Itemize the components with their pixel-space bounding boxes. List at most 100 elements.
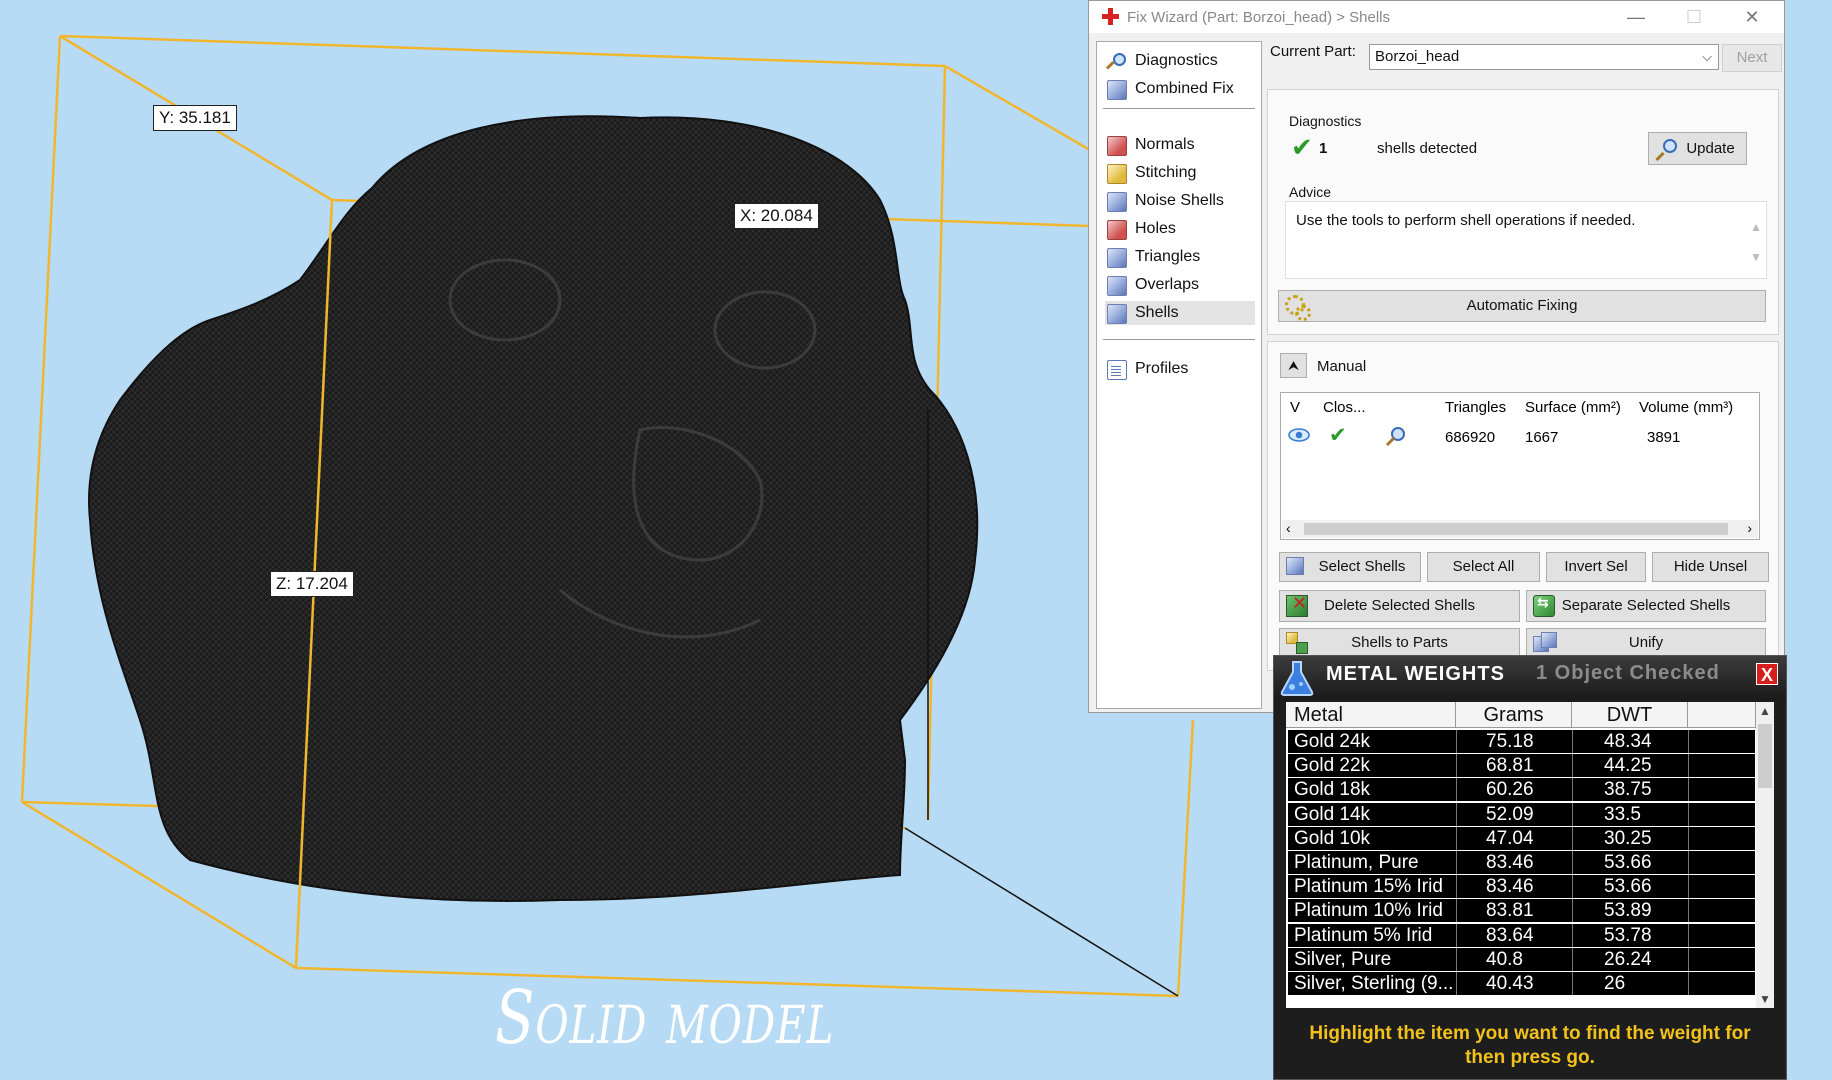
grams-cell: 75.18	[1486, 731, 1534, 752]
close-button[interactable]: X	[1756, 663, 1778, 685]
metal-row[interactable]: Silver, Sterling (9... 40.43 26	[1288, 972, 1755, 995]
separate-selected-shells-button[interactable]: ⇆ Separate Selected Shells	[1526, 590, 1766, 622]
advice-scroll[interactable]: ▲ ▼	[1750, 212, 1762, 272]
dwt-cell: 33.5	[1604, 803, 1641, 825]
column-divider	[1572, 899, 1573, 923]
automatic-fixing-label: Automatic Fixing	[1466, 297, 1578, 314]
instruction-line-1: Highlight the item you want to find the …	[1309, 1023, 1751, 1044]
column-divider	[1688, 947, 1689, 971]
surface-cell: 1667	[1525, 429, 1559, 446]
col-grams-header[interactable]: Grams	[1456, 702, 1572, 728]
metal-row[interactable]: Gold 14k 52.09 33.5	[1288, 802, 1755, 826]
current-part-label: Current Part:	[1270, 43, 1356, 60]
col-surface-header[interactable]: Surface (mm²)	[1525, 399, 1621, 416]
nav-item-normals[interactable]: Normals	[1105, 133, 1255, 157]
nav-item-combined-fix[interactable]: Combined Fix	[1105, 77, 1255, 101]
metal-row[interactable]: Gold 24k 75.18 48.34	[1288, 730, 1755, 753]
update-button-label: Update	[1686, 140, 1735, 157]
metal-row[interactable]: Platinum, Pure 83.46 53.66	[1288, 851, 1755, 874]
scroll-thumb[interactable]	[1304, 523, 1728, 535]
col-visible-header[interactable]: V	[1290, 399, 1300, 416]
nav-item-overlaps[interactable]: Overlaps	[1105, 273, 1255, 297]
magnifier-icon	[1107, 52, 1126, 70]
col-volume-header[interactable]: Volume (mm³)	[1639, 399, 1733, 416]
scroll-down-icon[interactable]: ▼	[1759, 992, 1771, 1006]
window-title: Fix Wizard (Part: Borzoi_head) > Shells	[1127, 9, 1391, 26]
scroll-thumb[interactable]	[1758, 724, 1772, 788]
nav-item-shells[interactable]: Shells	[1105, 301, 1255, 325]
metal-row[interactable]: Gold 22k 68.81 44.25	[1288, 754, 1755, 778]
grams-cell: 83.64	[1486, 924, 1534, 946]
col-metal-header[interactable]: Metal	[1286, 702, 1456, 728]
col-closed-header[interactable]: Clos...	[1323, 399, 1366, 416]
next-button[interactable]: Next	[1722, 44, 1782, 72]
column-divider	[1456, 754, 1457, 778]
metal-list-scrollbar[interactable]: ▲ ▼	[1756, 702, 1774, 1008]
grams-cell: 40.43	[1486, 973, 1534, 994]
metal-row[interactable]: Platinum 15% Irid 83.46 53.66	[1288, 875, 1755, 899]
document-icon	[1107, 360, 1127, 380]
metal-row[interactable]: Gold 10k 47.04 30.25	[1288, 826, 1755, 850]
select-all-button[interactable]: Select All	[1427, 552, 1540, 582]
nav-item-noise-shells[interactable]: Noise Shells	[1105, 189, 1255, 213]
minimize-button[interactable]: —	[1621, 5, 1651, 29]
nav-divider	[1103, 339, 1255, 340]
metal-row[interactable]: Platinum 5% Irid 83.64 53.78	[1288, 923, 1755, 947]
column-divider	[1688, 875, 1689, 899]
metal-name-cell: Gold 18k	[1294, 779, 1371, 801]
column-divider	[1572, 875, 1573, 899]
grams-cell: 83.81	[1486, 900, 1534, 922]
nav-item-triangles[interactable]: Triangles	[1105, 245, 1255, 269]
delete-selected-shells-button[interactable]: ✕ Delete Selected Shells	[1279, 590, 1520, 622]
metal-name-cell: Platinum 10% Irid	[1294, 900, 1443, 922]
holes-icon	[1107, 220, 1127, 240]
update-button[interactable]: Update	[1648, 132, 1747, 165]
dwt-cell: 26	[1604, 973, 1626, 994]
select-shells-button[interactable]: Select Shells	[1279, 552, 1421, 582]
nav-item-stitching[interactable]: Stitching	[1105, 161, 1255, 185]
column-divider	[1456, 947, 1457, 971]
shells-to-parts-button[interactable]: Shells to Parts	[1279, 628, 1520, 658]
unify-button[interactable]: Unify	[1526, 628, 1766, 658]
grams-cell: 60.26	[1486, 779, 1534, 801]
collapse-manual-button[interactable]: ⮝	[1280, 353, 1307, 378]
metal-row[interactable]: Silver, Pure 40.8 26.24	[1288, 947, 1755, 971]
nav-item-diagnostics[interactable]: Diagnostics	[1105, 49, 1255, 73]
current-part-select[interactable]: Borzoi_head ⌵	[1369, 44, 1719, 70]
metal-name-cell: Platinum 5% Irid	[1294, 924, 1433, 946]
metal-row[interactable]: Platinum 10% Irid 83.81 53.89	[1288, 899, 1755, 923]
metal-name-cell: Platinum 15% Irid	[1294, 876, 1443, 898]
shells-table: V Clos... Triangles Surface (mm²) Volume…	[1280, 392, 1760, 540]
advice-textbox[interactable]: Use the tools to perform shell operation…	[1285, 201, 1767, 279]
triangles-icon	[1107, 248, 1127, 268]
col-triangles-header[interactable]: Triangles	[1445, 399, 1506, 416]
grams-cell: 68.81	[1486, 755, 1534, 777]
automatic-fixing-button[interactable]: Automatic Fixing	[1278, 290, 1766, 322]
invert-sel-button[interactable]: Invert Sel	[1546, 552, 1646, 582]
nav-item-holes[interactable]: Holes	[1105, 217, 1255, 241]
table-horizontal-scrollbar[interactable]: ‹ ›	[1282, 520, 1758, 538]
metal-row[interactable]: Gold 18k 60.26 38.75	[1288, 778, 1755, 802]
col-dwt-header[interactable]: DWT	[1572, 702, 1688, 728]
dwt-cell: 26.24	[1604, 948, 1652, 970]
scroll-left-icon[interactable]: ‹	[1286, 520, 1291, 536]
shells-count: 1	[1319, 140, 1328, 157]
hide-unsel-button[interactable]: Hide Unsel	[1652, 552, 1769, 582]
nav-item-profiles[interactable]: Profiles	[1105, 357, 1255, 381]
overlaps-icon	[1107, 276, 1127, 296]
shells-to-parts-label: Shells to Parts	[1351, 634, 1448, 651]
dwt-cell: 38.75	[1604, 779, 1652, 801]
maximize-button[interactable]: ☐	[1679, 5, 1709, 29]
scroll-up-icon[interactable]: ▲	[1759, 704, 1771, 718]
eye-icon[interactable]	[1287, 426, 1311, 448]
metal-name-cell: Gold 22k	[1294, 755, 1371, 777]
metal-weights-title: METAL WEIGHTS	[1326, 663, 1505, 685]
column-divider	[1688, 923, 1689, 947]
scroll-right-icon[interactable]: ›	[1747, 520, 1752, 536]
metal-name-cell: Silver, Pure	[1294, 948, 1392, 970]
column-divider	[1572, 972, 1573, 995]
column-divider	[1572, 851, 1573, 874]
zoom-to-shell-icon[interactable]	[1385, 426, 1407, 452]
column-divider	[1456, 826, 1457, 850]
close-button[interactable]: ✕	[1737, 5, 1767, 29]
